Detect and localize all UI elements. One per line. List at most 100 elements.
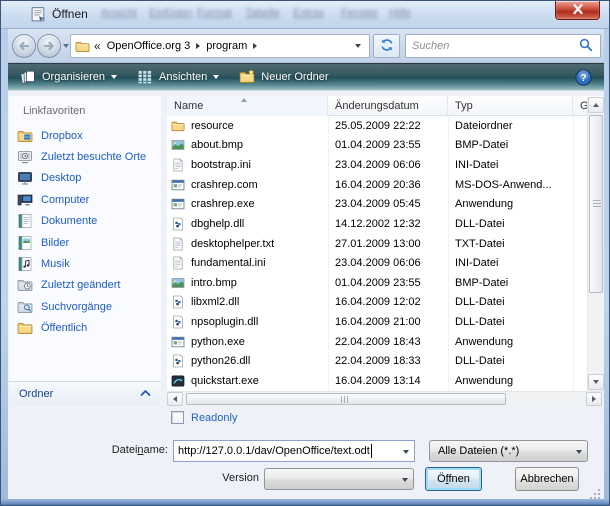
scrollbar-grip [593,200,601,209]
breadcrumb-separator-icon[interactable] [253,43,257,49]
sidebar-item-musik[interactable]: Musik [9,253,161,274]
breadcrumb-item[interactable]: OpenOffice.org 3 [107,40,191,52]
open-file-dialog: AnsichtEinfügenFormatTabelleExtrasFenste… [0,0,610,506]
sidebar-item-dropbox[interactable]: Dropbox [9,125,161,146]
sidebar-item-computer[interactable]: Computer [9,189,161,210]
file-name: python26.dll [191,355,250,367]
file-name-cell: python26.dll [167,354,328,368]
close-button[interactable] [555,1,600,20]
file-name-cell: about.bmp [167,138,328,152]
file-list: Name Änderungsdatum Typ G resource25.05.… [167,96,603,406]
organize-icon [20,69,36,85]
filetype-select[interactable]: Alle Dateien (*.*) [429,440,588,462]
column-header-date[interactable]: Änderungsdatum [328,96,448,116]
file-date: 16.04.2009 21:00 [328,316,448,328]
vertical-scrollbar[interactable] [587,97,603,391]
file-row-fundamental-ini[interactable]: fundamental.ini23.04.2009 06:06INI-Datei [167,253,587,273]
documents-icon [17,213,33,229]
address-dropdown-icon[interactable] [355,44,361,48]
file-row-dbghelp-dll[interactable]: dbghelp.dll14.12.2002 12:32DLL-Datei [167,214,587,234]
quickstart-icon [171,374,185,388]
file-name-cell: desktophelper.txt [167,237,328,251]
titlebar[interactable]: AnsichtEinfügenFormatTabelleExtrasFenste… [1,1,609,29]
filename-input[interactable]: http://127.0.0.1/dav/OpenOffice/text.odt [173,440,415,462]
horizontal-scrollbar-thumb[interactable] [186,393,506,405]
open-button[interactable]: Öffnen [425,467,482,491]
filename-dropdown-icon[interactable] [403,450,409,454]
breadcrumb-separator-icon[interactable] [196,43,200,49]
sidebar-item-desktop[interactable]: Desktop [9,168,161,189]
column-header-size[interactable]: G [573,96,587,116]
sidebar-item-label: Computer [41,194,89,206]
sidebar-item-label: Bilder [41,237,69,249]
file-name: dbghelp.dll [191,218,244,230]
breadcrumb-item[interactable]: program [206,40,247,52]
readonly-checkbox[interactable] [171,411,184,424]
list-header: Name Änderungsdatum Typ G [167,96,587,116]
window-bottom-border [1,499,609,505]
sidebar-item-zuletzt-ge-ndert[interactable]: Zuletzt geändert [9,275,161,296]
folders-expander[interactable]: Ordner [9,381,161,405]
sidebar-item-zuletzt-besuchte-orte[interactable]: Zuletzt besuchte Orte [9,146,161,167]
file-date: 23.04.2009 06:06 [328,257,448,269]
file-type: BMP-Datei [448,277,573,289]
horizontal-scrollbar[interactable] [167,391,603,406]
file-name: desktophelper.txt [191,238,274,250]
breadcrumb-collapse[interactable]: « [94,39,101,53]
file-row-python-exe[interactable]: python.exe22.04.2009 18:43Anwendung [167,332,587,352]
sidebar-item-bilder[interactable]: Bilder [9,232,161,253]
column-header-name[interactable]: Name [167,96,328,116]
file-name-cell: resource [167,119,328,133]
cancel-button[interactable]: Abbrechen [515,467,579,491]
vertical-scrollbar-thumb[interactable] [589,115,603,293]
new-folder-icon [239,69,255,85]
ini-file-icon [171,256,185,270]
scroll-left-button[interactable] [167,392,183,406]
back-button[interactable] [12,34,36,58]
sidebar-item-label: Dropbox [41,130,83,142]
bmp-image-icon [171,138,185,152]
file-date: 16.04.2009 13:14 [328,375,448,387]
dll-file-icon [171,315,185,329]
file-row-desktophelper-txt[interactable]: desktophelper.txt27.01.2009 13:00TXT-Dat… [167,234,587,254]
readonly-label[interactable]: Readonly [191,412,237,424]
file-row-about-bmp[interactable]: about.bmp01.04.2009 23:55BMP-Datei [167,136,587,156]
file-row-libxml2-dll[interactable]: libxml2.dll16.04.2009 12:02DLL-Datei [167,293,587,313]
sidebar-item-ffentlich[interactable]: Öffentlich [9,318,161,339]
file-row-crashrep-exe[interactable]: crashrep.exe23.04.2009 05:45Anwendung [167,195,587,215]
recent-pages-dropdown[interactable] [63,44,69,48]
txt-file-icon [171,237,185,251]
file-row-npsoplugin-dll[interactable]: npsoplugin.dll16.04.2009 21:00DLL-Datei [167,312,587,332]
file-type: TXT-Datei [448,238,573,250]
search-input[interactable]: Suchen [405,34,601,58]
favorites-pane: Linkfavoriten DropboxZuletzt besuchte Or… [9,96,161,381]
file-row-intro-bmp[interactable]: intro.bmp01.04.2009 23:55BMP-Datei [167,273,587,293]
background-menu-word: Fenster [341,7,378,19]
file-row-quickstart-exe[interactable]: quickstart.exe16.04.2009 13:14Anwendung [167,371,587,391]
organize-button[interactable]: Organisieren [20,69,117,85]
new-folder-button[interactable]: Neuer Ordner [239,69,328,85]
file-row-resource[interactable]: resource25.05.2009 22:22Dateiordner [167,116,587,136]
scroll-right-button[interactable] [586,392,602,406]
sidebar-item-dokumente[interactable]: Dokumente [9,211,161,232]
version-select[interactable] [264,468,414,490]
file-date: 01.04.2009 23:55 [328,277,448,289]
help-button[interactable]: ? [575,69,592,86]
file-row-bootstrap-ini[interactable]: bootstrap.ini23.04.2009 06:06INI-Datei [167,155,587,175]
views-button[interactable]: Ansichten [137,69,219,85]
breadcrumb[interactable]: « OpenOffice.org 3 program [70,34,370,58]
file-row-crashrep-com[interactable]: crashrep.com16.04.2009 20:36MS-DOS-Anwen… [167,175,587,195]
search-icon[interactable] [578,37,594,56]
column-header-type[interactable]: Typ [448,96,573,116]
file-date: 14.12.2002 12:32 [328,218,448,230]
forward-button[interactable] [37,34,61,58]
refresh-button[interactable] [373,34,400,58]
scroll-up-button[interactable] [588,97,604,113]
file-type: Dateiordner [448,120,573,132]
file-type: INI-Datei [448,159,573,171]
file-row-python26-dll[interactable]: python26.dll22.04.2009 18:33DLL-Datei [167,352,587,372]
background-menu-word: Extras [293,7,324,19]
scroll-down-button[interactable] [588,374,604,390]
sidebar-item-suchvorg-nge[interactable]: Suchvorgänge [9,296,161,317]
dll-file-icon [171,217,185,231]
